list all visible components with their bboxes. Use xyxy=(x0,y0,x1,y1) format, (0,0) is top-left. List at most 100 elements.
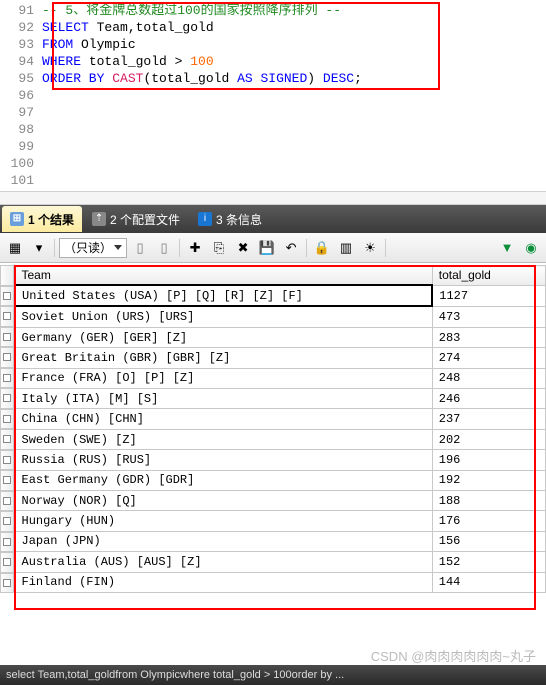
filter-button[interactable]: ▼ xyxy=(496,237,518,259)
cell-team[interactable]: Great Britain (GBR) [GBR] [Z] xyxy=(15,348,432,368)
code-text[interactable]: WHERE total_gold > 100 xyxy=(42,53,214,70)
cell-team[interactable]: Sweden (SWE) [Z] xyxy=(15,429,432,449)
code-line[interactable]: 91-- 5、将金牌总数超过100的国家按照降序排列 -- xyxy=(0,2,546,19)
row-handle[interactable] xyxy=(0,429,14,450)
copy-row-button[interactable]: ⎘ xyxy=(208,237,230,259)
row-checkbox[interactable] xyxy=(3,312,11,320)
cell-team[interactable]: Finland (FIN) xyxy=(15,572,432,592)
row-handle[interactable] xyxy=(0,306,14,327)
save-button[interactable]: 💾 xyxy=(256,237,278,259)
chart-button[interactable]: ▥ xyxy=(335,237,357,259)
cell-total-gold[interactable]: 176 xyxy=(432,511,545,531)
table-row[interactable]: Sweden (SWE) [Z]202 xyxy=(15,429,546,449)
corner-handle[interactable] xyxy=(0,265,14,286)
row-checkbox[interactable] xyxy=(3,292,11,300)
row-checkbox[interactable] xyxy=(3,517,11,525)
row-handle[interactable] xyxy=(0,470,14,491)
cell-team[interactable]: Italy (ITA) [M] [S] xyxy=(15,389,432,409)
code-text[interactable]: ORDER BY CAST(total_gold AS SIGNED) DESC… xyxy=(42,70,362,87)
cell-total-gold[interactable]: 192 xyxy=(432,470,545,490)
cell-total-gold[interactable]: 274 xyxy=(432,348,545,368)
table-row[interactable]: Soviet Union (URS) [URS]473 xyxy=(15,306,546,327)
edit-mode-combo[interactable]: （只读） xyxy=(59,238,127,258)
row-handle[interactable] xyxy=(0,573,14,594)
row-handle[interactable] xyxy=(0,388,14,409)
cell-total-gold[interactable]: 188 xyxy=(432,491,545,511)
cell-team[interactable]: Russia (RUS) [RUS] xyxy=(15,450,432,470)
table-row[interactable]: China (CHN) [CHN]237 xyxy=(15,409,546,429)
cell-team[interactable]: Australia (AUS) [AUS] [Z] xyxy=(15,552,432,572)
row-handle[interactable] xyxy=(0,532,14,553)
cell-total-gold[interactable]: 1127 xyxy=(432,285,545,306)
cell-total-gold[interactable]: 248 xyxy=(432,368,545,388)
cell-team[interactable]: Soviet Union (URS) [URS] xyxy=(15,306,432,327)
sort-button[interactable]: ▾ xyxy=(28,237,50,259)
table-row[interactable]: Finland (FIN)144 xyxy=(15,572,546,592)
code-text[interactable]: SELECT Team,total_gold xyxy=(42,19,214,36)
cell-team[interactable]: Hungary (HUN) xyxy=(15,511,432,531)
row-checkbox[interactable] xyxy=(3,394,11,402)
row-handle[interactable] xyxy=(0,327,14,348)
cell-total-gold[interactable]: 246 xyxy=(432,389,545,409)
row-checkbox[interactable] xyxy=(3,538,11,546)
row-checkbox[interactable] xyxy=(3,353,11,361)
cell-total-gold[interactable]: 196 xyxy=(432,450,545,470)
code-line[interactable]: 94WHERE total_gold > 100 xyxy=(0,53,546,70)
cell-total-gold[interactable]: 283 xyxy=(432,327,545,347)
row-handle[interactable] xyxy=(0,491,14,512)
table-row[interactable]: Germany (GER) [GER] [Z]283 xyxy=(15,327,546,347)
row-checkbox[interactable] xyxy=(3,374,11,382)
tab-results[interactable]: ⊞ 1 个结果 xyxy=(2,206,82,232)
lock-button[interactable]: 🔒 xyxy=(311,237,333,259)
row-handle[interactable] xyxy=(0,368,14,389)
export-button[interactable]: ◉ xyxy=(520,237,542,259)
code-text[interactable]: -- 5、将金牌总数超过100的国家按照降序排列 -- xyxy=(42,2,341,19)
column-header-team[interactable]: Team xyxy=(15,266,432,286)
code-line[interactable]: 96 xyxy=(0,87,546,104)
code-line[interactable]: 99 xyxy=(0,138,546,155)
cell-team[interactable]: Japan (JPN) xyxy=(15,531,432,551)
cell-team[interactable]: France (FRA) [O] [P] [Z] xyxy=(15,368,432,388)
row-handle[interactable] xyxy=(0,511,14,532)
code-line[interactable]: 95ORDER BY CAST(total_gold AS SIGNED) DE… xyxy=(0,70,546,87)
table-row[interactable]: Norway (NOR) [Q]188 xyxy=(15,491,546,511)
row-checkbox[interactable] xyxy=(3,579,11,587)
tab-profiles[interactable]: ⇡ 2 个配置文件 xyxy=(84,206,188,232)
row-checkbox[interactable] xyxy=(3,435,11,443)
row-handle[interactable] xyxy=(0,450,14,471)
row-handle[interactable] xyxy=(0,347,14,368)
row-checkbox[interactable] xyxy=(3,415,11,423)
go-up-button[interactable]: ▯ xyxy=(153,237,175,259)
table-row[interactable]: Australia (AUS) [AUS] [Z]152 xyxy=(15,552,546,572)
row-checkbox[interactable] xyxy=(3,456,11,464)
code-line[interactable]: 101 xyxy=(0,172,546,189)
code-line[interactable]: 92SELECT Team,total_gold xyxy=(0,19,546,36)
table-row[interactable]: Japan (JPN)156 xyxy=(15,531,546,551)
code-line[interactable]: 93FROM Olympic xyxy=(0,36,546,53)
code-line[interactable]: 98 xyxy=(0,121,546,138)
add-row-button[interactable]: ✚ xyxy=(184,237,206,259)
cell-total-gold[interactable]: 202 xyxy=(432,429,545,449)
cell-team[interactable]: East Germany (GDR) [GDR] xyxy=(15,470,432,490)
grid-view-button[interactable]: ▦ xyxy=(4,237,26,259)
cell-team[interactable]: United States (USA) [P] [Q] [R] [Z] [F] xyxy=(15,285,432,306)
cell-team[interactable]: Norway (NOR) [Q] xyxy=(15,491,432,511)
table-row[interactable]: East Germany (GDR) [GDR]192 xyxy=(15,470,546,490)
table-row[interactable]: United States (USA) [P] [Q] [R] [Z] [F]1… xyxy=(15,285,546,306)
code-text[interactable]: FROM Olympic xyxy=(42,36,136,53)
code-line[interactable]: 97 xyxy=(0,104,546,121)
results-table[interactable]: Team total_gold United States (USA) [P] … xyxy=(14,265,546,593)
table-row[interactable]: Hungary (HUN)176 xyxy=(15,511,546,531)
cell-total-gold[interactable]: 144 xyxy=(432,572,545,592)
row-handle[interactable] xyxy=(0,409,14,430)
column-header-gold[interactable]: total_gold xyxy=(432,266,545,286)
row-checkbox[interactable] xyxy=(3,558,11,566)
table-row[interactable]: France (FRA) [O] [P] [Z]248 xyxy=(15,368,546,388)
row-checkbox[interactable] xyxy=(3,497,11,505)
code-line[interactable]: 100 xyxy=(0,155,546,172)
cancel-button[interactable]: ↶ xyxy=(280,237,302,259)
table-row[interactable]: Italy (ITA) [M] [S]246 xyxy=(15,389,546,409)
cell-total-gold[interactable]: 152 xyxy=(432,552,545,572)
tab-messages[interactable]: i 3 条信息 xyxy=(190,206,270,232)
cell-total-gold[interactable]: 237 xyxy=(432,409,545,429)
